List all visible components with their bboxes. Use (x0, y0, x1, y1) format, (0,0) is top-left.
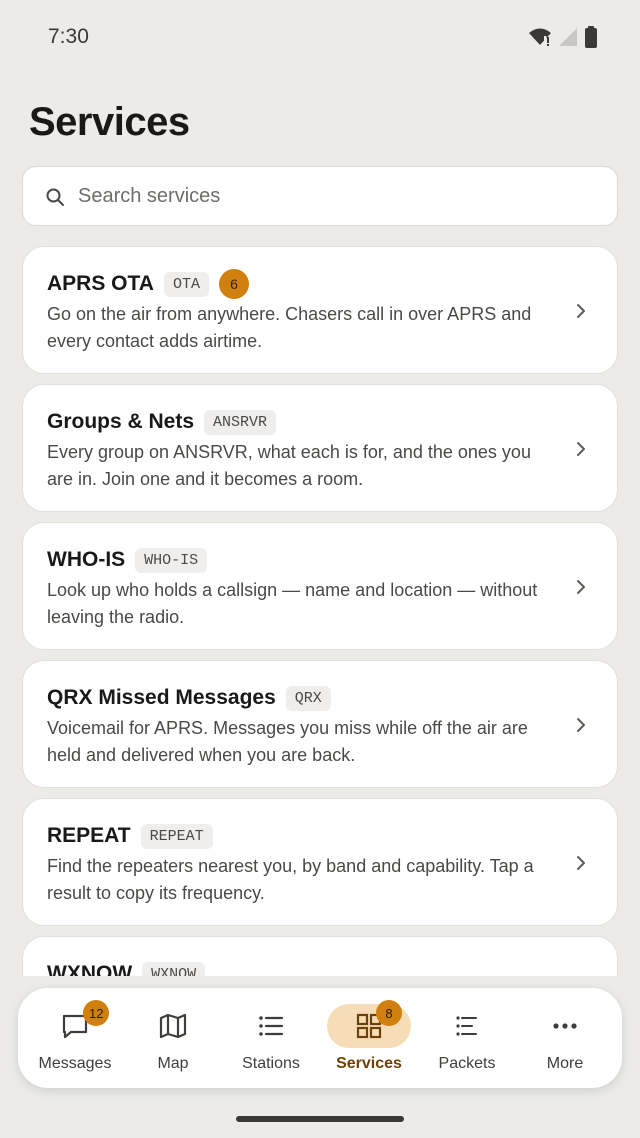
service-card-aprs-ota[interactable]: APRS OTA OTA 6 Go on the air from anywhe… (22, 246, 618, 374)
service-title: QRX Missed Messages (47, 686, 276, 709)
service-title: REPEAT (47, 824, 131, 847)
nav-item-stations[interactable]: Stations (222, 988, 320, 1088)
service-tag: QRX (285, 685, 331, 711)
service-description: Voicemail for APRS. Messages you miss wh… (47, 718, 528, 765)
nav-label: Services (336, 1055, 402, 1072)
service-card-wxnow[interactable]: WXNOW WXNOW (22, 936, 618, 976)
list-icon (259, 1016, 284, 1036)
service-tag: ANSRVR (204, 409, 277, 435)
nav-label: Messages (38, 1055, 112, 1072)
nav-label: More (546, 1055, 584, 1072)
search-box[interactable] (22, 166, 618, 226)
nav-item-services[interactable]: 8 Services (320, 988, 418, 1088)
service-card-qrx[interactable]: QRX Missed Messages QRX Voicemail for AP… (22, 660, 618, 788)
services-badge: 8 (376, 1000, 402, 1026)
nav-item-messages[interactable]: 12 Messages (26, 988, 124, 1088)
service-tag: WXNOW (142, 961, 206, 976)
cellular-signal-icon (559, 28, 577, 46)
service-description: Look up who holds a callsign — name and … (47, 580, 538, 627)
service-description: Go on the air from anywhere. Chasers cal… (47, 304, 532, 351)
service-card-who-is[interactable]: WHO-IS WHO-IS Look up who holds a callsi… (22, 522, 618, 650)
status-time: 7:30 (48, 25, 89, 48)
search-icon (46, 188, 64, 206)
packets-icon (456, 1016, 477, 1036)
notification-badge: 6 (218, 269, 249, 299)
more-icon (553, 1023, 577, 1029)
home-indicator[interactable] (236, 1116, 404, 1122)
nav-item-map[interactable]: Map (124, 988, 222, 1088)
bottom-nav: 12 Messages Map Stations 8 Services Pack… (18, 988, 622, 1088)
service-title: APRS OTA (47, 272, 154, 295)
chevron-right-icon (577, 856, 585, 870)
nav-item-packets[interactable]: Packets (418, 988, 516, 1088)
service-description: Find the repeaters nearest you, by band … (47, 856, 534, 903)
service-title: WXNOW (47, 962, 133, 976)
service-card-repeat[interactable]: REPEAT REPEAT Find the repeaters nearest… (22, 798, 618, 926)
nav-item-more[interactable]: More (516, 988, 614, 1088)
chevron-right-icon (577, 718, 585, 732)
service-card-groups-nets[interactable]: Groups & Nets ANSRVR Every group on ANSR… (22, 384, 618, 512)
wifi-icon (529, 28, 551, 46)
service-title: Groups & Nets (47, 410, 195, 433)
service-description: Every group on ANSRVR, what each is for,… (47, 442, 531, 489)
chevron-right-icon (577, 442, 585, 456)
service-title: WHO-IS (47, 548, 126, 571)
nav-label: Stations (242, 1055, 300, 1072)
search-input[interactable] (78, 167, 598, 225)
nav-label: Packets (438, 1055, 496, 1072)
service-tag: OTA (163, 271, 209, 297)
page-title: Services (29, 100, 190, 144)
service-tag: WHO-IS (135, 547, 208, 573)
chevron-right-icon (577, 304, 585, 318)
services-list[interactable]: APRS OTA OTA 6 Go on the air from anywhe… (0, 236, 640, 976)
battery-icon (585, 26, 597, 48)
service-tag: REPEAT (140, 823, 213, 849)
status-bar: 7:30 (0, 0, 640, 76)
nav-label: Map (157, 1055, 189, 1072)
map-icon (159, 1013, 187, 1039)
chevron-right-icon (577, 580, 585, 594)
status-icons (528, 26, 598, 48)
